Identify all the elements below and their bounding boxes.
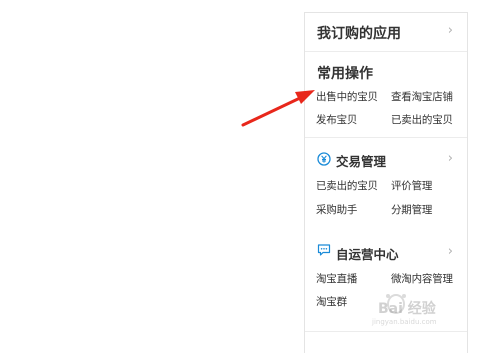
link-weitao-content[interactable]: 微淘内容管理 xyxy=(391,271,453,286)
common-ops-title: 常用操作 xyxy=(317,66,373,82)
link-items-on-sale[interactable]: 出售中的宝贝 xyxy=(316,89,378,104)
chevron-right-icon[interactable]: › xyxy=(448,151,453,166)
link-installment-mgmt[interactable]: 分期管理 xyxy=(391,202,432,217)
trade-mgmt-title[interactable]: 交易管理 xyxy=(336,151,386,170)
link-purchase-assistant[interactable]: 采购助手 xyxy=(316,202,357,217)
link-publish-item[interactable]: 发布宝贝 xyxy=(316,112,357,127)
link-sold-items[interactable]: 已卖出的宝贝 xyxy=(316,178,378,193)
chevron-right-icon[interactable]: › xyxy=(448,244,453,259)
yuan-circle-icon xyxy=(317,152,331,166)
link-review-mgmt[interactable]: 评价管理 xyxy=(391,178,432,193)
divider xyxy=(305,51,467,52)
chevron-right-icon[interactable]: › xyxy=(448,23,453,38)
self-ops-title[interactable]: 自运营中心 xyxy=(336,244,399,263)
watermark-brand: Bai 经验 xyxy=(378,301,436,317)
link-taobao-live[interactable]: 淘宝直播 xyxy=(316,271,357,286)
subscribed-apps-title[interactable]: 我订购的应用 xyxy=(317,23,401,43)
link-view-taobao-shop[interactable]: 查看淘宝店铺 xyxy=(391,89,453,104)
chat-bubble-icon xyxy=(317,244,331,256)
link-taobao-group[interactable]: 淘宝群 xyxy=(316,294,347,309)
divider xyxy=(305,137,467,138)
link-sold-items[interactable]: 已卖出的宝贝 xyxy=(391,112,453,127)
watermark-url: jingyan.baidu.com xyxy=(372,318,437,326)
divider xyxy=(305,331,467,332)
